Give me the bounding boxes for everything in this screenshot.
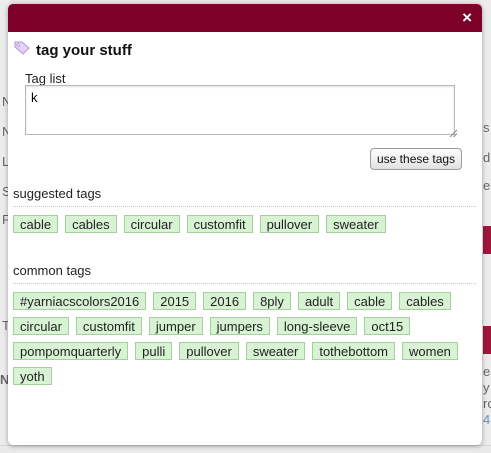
common-tag[interactable]: 2016	[203, 292, 247, 310]
background-text: s	[483, 120, 490, 135]
close-icon[interactable]: ×	[462, 9, 472, 26]
common-tag[interactable]: sweater	[245, 342, 306, 360]
common-tag[interactable]: 8ply	[253, 292, 291, 310]
suggested-tag[interactable]: cable	[13, 215, 59, 233]
dialog-header: ×	[8, 4, 482, 32]
common-tag[interactable]: yoth	[13, 367, 52, 385]
tag-list-label: Tag list	[25, 71, 66, 86]
background-text: y	[483, 380, 490, 395]
suggested-tags-list: cable cables circular customfit pullover…	[13, 215, 478, 240]
common-tag[interactable]: jumper	[148, 317, 203, 335]
dialog-title: tag your stuff	[36, 42, 132, 59]
tag-list-input[interactable]: k	[25, 85, 455, 135]
suggested-tag[interactable]: cables	[65, 215, 117, 233]
divider	[13, 206, 476, 207]
common-tag[interactable]: pompomquarterly	[13, 342, 129, 360]
suggested-tag[interactable]: circular	[123, 215, 180, 233]
common-tag[interactable]: oct15	[364, 317, 411, 335]
suggested-tags-title: suggested tags	[13, 186, 102, 201]
background-text: ea	[483, 364, 491, 379]
common-tags-list: #yarniacscolors2016 2015 2016 8ply adult…	[13, 292, 478, 392]
common-tag[interactable]: jumpers	[209, 317, 270, 335]
suggested-tag[interactable]: sweater	[326, 215, 386, 233]
common-tag[interactable]: customfit	[75, 317, 142, 335]
background-text: ro	[483, 396, 491, 411]
common-tag[interactable]: adult	[297, 292, 341, 310]
divider	[13, 283, 476, 284]
common-tag[interactable]: 2015	[153, 292, 197, 310]
tag-icon	[14, 41, 30, 60]
dialog-title-row: tag your stuff	[14, 41, 132, 60]
background-accent	[483, 326, 491, 354]
common-tag[interactable]: tothebottom	[312, 342, 395, 360]
common-tag[interactable]: circular	[13, 317, 69, 335]
common-tag[interactable]: pulli	[135, 342, 173, 360]
common-tag[interactable]: women	[402, 342, 458, 360]
background-accent	[483, 226, 491, 254]
tag-dialog: × tag your stuff Tag list k use these ta…	[8, 4, 482, 445]
common-tag[interactable]: long-sleeve	[276, 317, 358, 335]
common-tag[interactable]: cables	[399, 292, 451, 310]
suggested-tag[interactable]: customfit	[186, 215, 253, 233]
background-text: d	[483, 150, 491, 165]
use-these-tags-button[interactable]: use these tags	[370, 148, 463, 170]
common-tag[interactable]: #yarniacscolors2016	[13, 292, 147, 310]
background-text: e	[483, 178, 491, 193]
suggested-tag[interactable]: pullover	[259, 215, 320, 233]
common-tag[interactable]: pullover	[179, 342, 239, 360]
common-tag[interactable]: cable	[347, 292, 393, 310]
common-tags-title: common tags	[13, 263, 92, 278]
background-text: 4	[483, 412, 491, 427]
